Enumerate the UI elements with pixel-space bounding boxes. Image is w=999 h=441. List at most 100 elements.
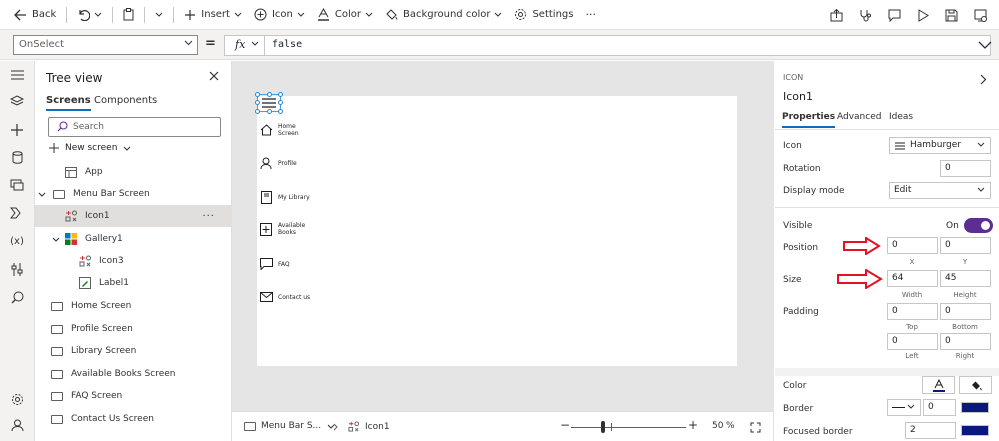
share-button[interactable] [822,0,851,30]
padding-right-input[interactable]: 0 [940,333,991,350]
more-commands-button[interactable]: ··· [579,0,602,30]
power-automate-icon[interactable] [9,205,25,221]
settings-button[interactable]: Settings [508,0,579,30]
resize-handle[interactable] [267,109,272,114]
menu-item-home[interactable]: Home Screen [258,123,318,137]
app-checker-button[interactable] [851,0,880,30]
width-input[interactable]: 64 [887,270,938,287]
resize-handle[interactable] [278,109,283,114]
tree-item-library-screen[interactable]: Library Screen [35,340,231,362]
border-color-swatch[interactable] [961,402,989,413]
account-icon[interactable] [9,417,25,433]
tree-search-input[interactable]: Search [48,117,221,137]
menu-item-available-books[interactable]: Available Books [258,222,318,236]
chevron-down-icon[interactable] [978,41,992,50]
resize-handle[interactable] [267,92,272,97]
tree-item-contact-us-screen[interactable]: Contact Us Screen [35,408,231,430]
close-icon[interactable] [209,71,219,81]
hamburger-menu-icon[interactable] [9,67,25,83]
color-picker-button[interactable] [922,376,955,394]
rotation-input[interactable]: 0 [940,160,991,177]
resize-handle[interactable] [278,100,283,105]
resize-handle[interactable] [278,92,283,97]
tree-item-icon1[interactable]: Icon1 ··· [35,205,231,227]
border-style-dropdown[interactable] [887,399,921,416]
control-name[interactable]: Icon1 [783,90,813,103]
paste-button[interactable] [117,0,140,30]
display-mode-dropdown[interactable]: Edit [889,182,991,199]
equals-sign: = [205,36,216,51]
zoom-slider[interactable] [571,427,686,428]
tree-item-icon3[interactable]: Icon3 [35,250,231,272]
tree-item-profile-screen[interactable]: Profile Screen [35,318,231,340]
tree-item-home-screen[interactable]: Home Screen [35,295,231,317]
screen-icon [49,299,65,313]
padding-top-input[interactable]: 0 [887,303,938,320]
fill-picker-button[interactable] [959,376,992,394]
tree-item-menu-bar-screen[interactable]: Menu Bar Screen [35,183,231,205]
function-button[interactable]: fx [225,36,265,55]
menu-item-library[interactable]: My Library [258,190,318,204]
comments-button[interactable] [880,0,909,30]
resize-handle[interactable] [255,92,260,97]
position-y-input[interactable]: 0 [940,237,991,254]
tree-item-label1[interactable]: Label1 [35,272,231,294]
chevron-right-icon[interactable] [980,74,987,85]
position-x-input[interactable]: 0 [887,237,938,254]
visible-toggle[interactable] [964,218,993,233]
zoom-out-button[interactable]: − [560,418,570,432]
new-screen-button[interactable]: New screen [49,143,131,153]
hamburger-icon-selection[interactable] [255,92,283,114]
tab-components[interactable]: Components [94,95,157,106]
search-icon[interactable] [9,289,25,305]
database-icon[interactable] [9,149,25,165]
tree-item-faq-screen[interactable]: FAQ Screen [35,385,231,407]
media-icon[interactable] [9,177,25,193]
background-color-button[interactable]: Background color [379,0,508,30]
border-thickness-input[interactable]: 0 [923,399,956,416]
app-screen-canvas[interactable]: Home Screen Profile My Library Available… [255,92,737,366]
menu-item-faq[interactable]: FAQ [258,257,318,271]
chevron-down-icon[interactable] [37,192,47,197]
control-selector[interactable]: Icon1 [348,421,390,432]
publish-button[interactable] [966,0,999,30]
tree-item-gallery1[interactable]: Gallery1 [35,228,231,250]
more-options-button[interactable]: ··· [202,211,215,222]
menu-item-profile[interactable]: Profile [258,156,318,170]
menu-item-contact[interactable]: Contact us [258,290,318,304]
property-dropdown[interactable]: OnSelect [13,35,198,55]
tab-properties[interactable]: Properties [782,112,836,128]
resize-handle[interactable] [255,100,260,105]
plus-icon[interactable] [9,122,25,138]
undo-button[interactable] [71,0,108,30]
layers-icon[interactable] [9,93,25,109]
color-button[interactable]: Color [311,0,379,30]
padding-left-input[interactable]: 0 [887,333,938,350]
insert-button[interactable]: Insert [178,0,248,30]
preview-button[interactable] [909,0,937,30]
gear-icon[interactable] [9,391,25,407]
zoom-in-button[interactable]: + [688,418,698,432]
screen-selector[interactable]: Menu Bar S... [244,421,335,431]
back-button[interactable]: Back [0,0,62,30]
formula-input[interactable]: false [272,39,302,50]
tree-item-app[interactable]: App [35,161,231,183]
tab-screens[interactable]: Screens [46,95,91,111]
height-input[interactable]: 45 [940,270,991,287]
focused-border-color-swatch[interactable] [961,425,989,436]
zoom-slider-thumb[interactable] [600,421,605,433]
fit-to-window-icon[interactable] [750,422,761,433]
resize-handle[interactable] [255,109,260,114]
padding-bottom-input[interactable]: 0 [940,303,991,320]
save-button[interactable] [937,0,966,30]
tree-item-available-books-screen[interactable]: Available Books Screen [35,363,231,385]
icon-button[interactable]: Icon [248,0,311,30]
advanced-tools-icon[interactable] [9,261,25,277]
chevron-down-icon[interactable] [51,237,61,242]
focused-border-input[interactable]: 2 [905,422,956,439]
tab-ideas[interactable]: Ideas [889,112,913,122]
icon-dropdown[interactable]: Hamburger [889,137,991,154]
paste-options-button[interactable] [149,0,169,30]
variables-icon[interactable]: (x) [9,233,25,249]
tab-advanced[interactable]: Advanced [837,112,881,122]
